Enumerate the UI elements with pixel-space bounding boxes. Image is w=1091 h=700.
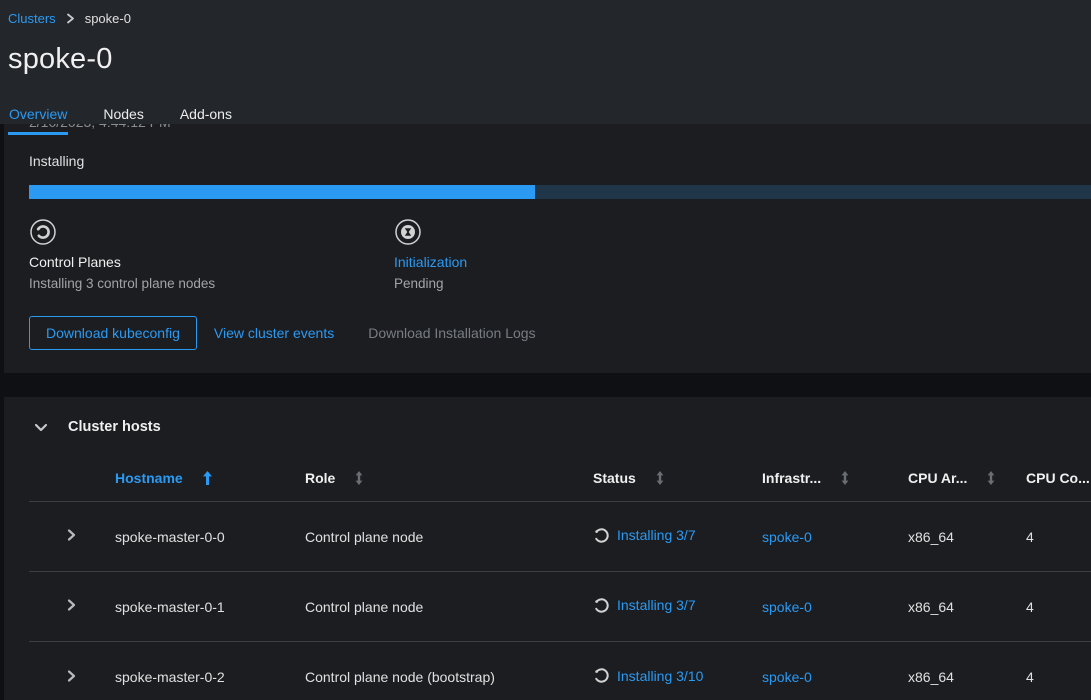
page-header: Clusters spoke-0 spoke-0 Overview Nodes … [0, 0, 1091, 124]
spinner-icon [593, 667, 610, 684]
sort-header-status[interactable]: Status [593, 470, 665, 486]
row-expand-chevron-icon[interactable] [67, 669, 76, 683]
host-status-link[interactable]: Installing 3/7 [617, 527, 696, 543]
host-status-link[interactable]: Installing 3/10 [617, 668, 703, 684]
cpu-arch-cell: x86_64 [908, 669, 1026, 685]
infrastructure-column-label: Infrastr... [762, 470, 821, 486]
cluster-hosts-panel: Cluster hosts Hostname Role [4, 397, 1091, 700]
cpu-arch-cell: x86_64 [908, 599, 1026, 615]
breadcrumb-chevron-icon [66, 13, 75, 24]
sort-both-icon [840, 471, 850, 485]
cpu-cores-cell: 4 [1026, 529, 1091, 545]
sort-both-icon [354, 471, 364, 485]
breadcrumb-clusters-link[interactable]: Clusters [8, 11, 56, 26]
cluster-overview-panel: 2/10/2023, 4:44:12 PM Installing Control… [4, 124, 1091, 373]
spinner-icon [593, 597, 610, 614]
control-planes-title: Control Planes [29, 254, 394, 270]
installation-status-label: Installing [29, 153, 1091, 169]
role-cell: Control plane node (bootstrap) [305, 669, 593, 685]
hostname-cell: spoke-master-0-1 [115, 599, 305, 615]
pending-icon [394, 218, 759, 246]
role-column-label: Role [305, 470, 335, 486]
tab-bar: Overview Nodes Add-ons [8, 97, 1091, 135]
host-status-link[interactable]: Installing 3/7 [617, 597, 696, 613]
cluster-hosts-table: Hostname Role [29, 455, 1091, 700]
chevron-down-icon [34, 423, 48, 432]
installation-progress-bar [29, 185, 1091, 199]
breadcrumb-current: spoke-0 [85, 11, 131, 26]
cpu-cores-column-label: CPU Co... [1026, 470, 1090, 486]
table-header-row: Hostname Role [29, 455, 1091, 502]
page-title: spoke-0 [8, 43, 1091, 76]
overview-actions: Download kubeconfig View cluster events … [29, 316, 1091, 350]
initialization-link[interactable]: Initialization [394, 254, 467, 270]
cpu-arch-column-label: CPU Ar... [908, 470, 967, 486]
tab-nodes[interactable]: Nodes [102, 97, 144, 135]
hostname-cell: spoke-master-0-2 [115, 669, 305, 685]
tab-add-ons[interactable]: Add-ons [179, 97, 233, 135]
cpu-cores-cell: 4 [1026, 599, 1091, 615]
control-planes-subtitle: Installing 3 control plane nodes [29, 276, 394, 291]
spinner-icon [593, 527, 610, 544]
infrastructure-link[interactable]: spoke-0 [762, 599, 812, 615]
cluster-hosts-expand-toggle[interactable]: Cluster hosts [4, 419, 1091, 435]
status-cell: Installing 3/7 [593, 527, 696, 544]
sort-header-role[interactable]: Role [305, 470, 364, 486]
control-planes-card: Control Planes Installing 3 control plan… [29, 218, 394, 291]
status-cell: Installing 3/10 [593, 667, 703, 684]
view-cluster-events-link[interactable]: View cluster events [214, 325, 334, 341]
table-row: spoke-master-0-2 Control plane node (boo… [29, 642, 1091, 700]
role-cell: Control plane node [305, 599, 593, 615]
sort-header-cpu-arch[interactable]: CPU Ar... [908, 470, 996, 486]
download-installation-logs-button: Download Installation Logs [368, 325, 535, 341]
row-expand-chevron-icon[interactable] [67, 528, 76, 542]
role-cell: Control plane node [305, 529, 593, 545]
initialization-subtitle: Pending [394, 276, 759, 291]
status-cell: Installing 3/7 [593, 597, 696, 614]
sort-header-infrastructure[interactable]: Infrastr... [762, 470, 850, 486]
hostname-cell: spoke-master-0-0 [115, 529, 305, 545]
cluster-hosts-title: Cluster hosts [68, 419, 161, 435]
table-row: spoke-master-0-1 Control plane node Inst… [29, 572, 1091, 642]
initialization-card: Initialization Pending [394, 218, 759, 291]
tab-overview[interactable]: Overview [8, 97, 68, 135]
download-kubeconfig-button[interactable]: Download kubeconfig [29, 316, 197, 350]
hostname-column-label: Hostname [115, 470, 183, 486]
breadcrumb: Clusters spoke-0 [8, 0, 1091, 26]
installation-progress-fill [29, 185, 535, 199]
sort-header-hostname[interactable]: Hostname [115, 470, 213, 486]
in-progress-icon [29, 218, 394, 246]
cpu-cores-cell: 4 [1026, 669, 1091, 685]
status-column-label: Status [593, 470, 636, 486]
panel-gap [4, 373, 1091, 397]
sort-both-icon [986, 471, 996, 485]
status-cards: Control Planes Installing 3 control plan… [29, 218, 1091, 291]
sort-header-cpu-cores[interactable]: CPU Co... [1026, 470, 1090, 486]
infrastructure-link[interactable]: spoke-0 [762, 529, 812, 545]
sort-both-icon [655, 471, 665, 485]
sort-ascending-icon [202, 471, 213, 485]
infrastructure-link[interactable]: spoke-0 [762, 669, 812, 685]
row-expand-chevron-icon[interactable] [67, 598, 76, 612]
cpu-arch-cell: x86_64 [908, 529, 1026, 545]
table-row: spoke-master-0-0 Control plane node Inst… [29, 502, 1091, 572]
